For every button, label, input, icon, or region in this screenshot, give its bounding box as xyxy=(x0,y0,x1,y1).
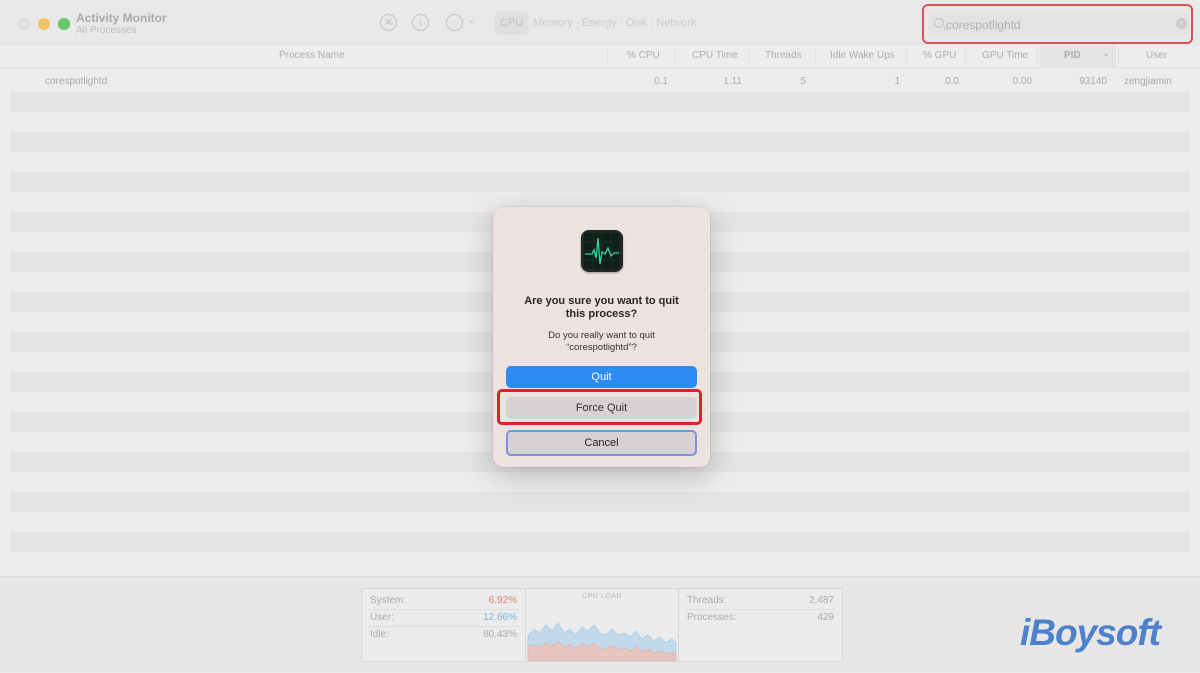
activity-monitor-window: Activity Monitor All Processes ✕ i ··· ⌄… xyxy=(0,0,1200,673)
dialog-message: Do you really want to quit “corespotligh… xyxy=(548,330,655,353)
dialog-title: Are you sure you want to quit this proce… xyxy=(524,295,679,320)
quit-button[interactable]: Quit xyxy=(506,366,697,388)
quit-process-dialog: Are you sure you want to quit this proce… xyxy=(493,207,710,467)
activity-monitor-app-icon xyxy=(581,230,623,272)
force-quit-highlight-box xyxy=(497,389,702,425)
cancel-button[interactable]: Cancel xyxy=(506,430,697,456)
